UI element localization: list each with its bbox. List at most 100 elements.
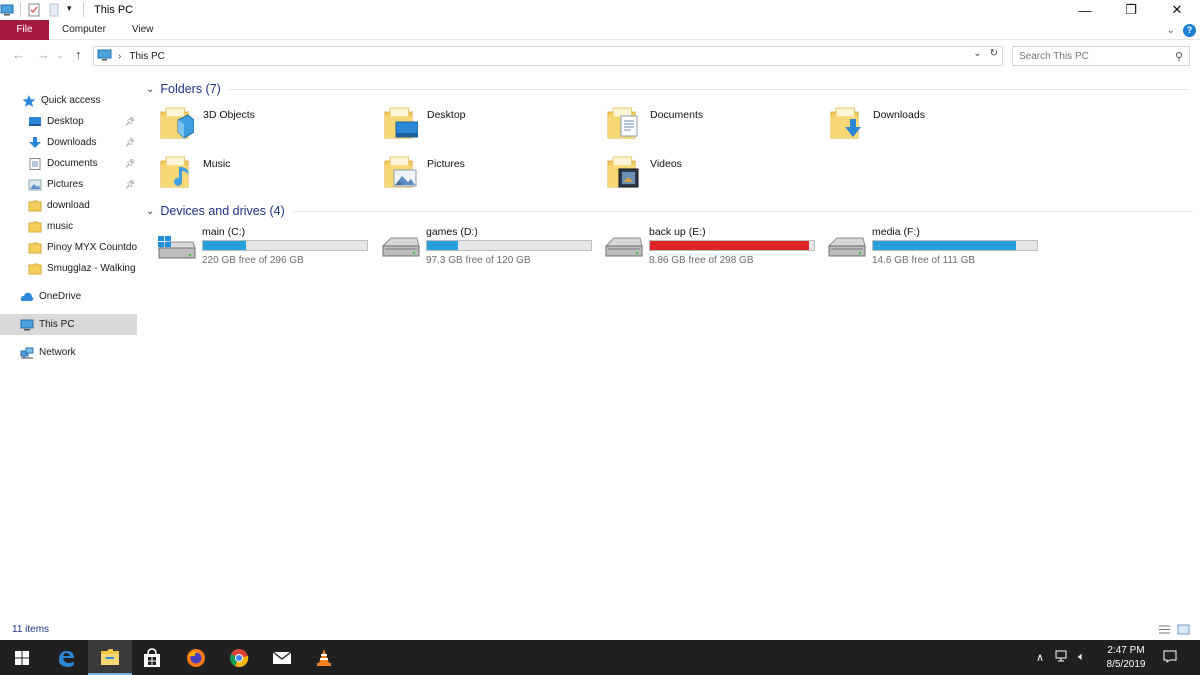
sidebar-item-pictures[interactable]: Pictures 📌︎	[0, 174, 137, 195]
star-icon	[22, 94, 36, 107]
sidebar-item-music[interactable]: music	[0, 216, 137, 237]
refresh-icon[interactable]: ↻	[990, 48, 998, 59]
windows-drive-icon	[157, 236, 197, 260]
folder-name: Documents	[650, 109, 704, 121]
folder-desktop[interactable]: Desktop	[384, 106, 604, 150]
chevron-down-icon[interactable]: ⌄	[1167, 25, 1175, 36]
start-button[interactable]	[0, 640, 44, 675]
sidebar-item-this-pc[interactable]: This PC	[0, 314, 137, 335]
clock-date: 8/5/2019	[1106, 659, 1146, 670]
folder-name: Desktop	[427, 109, 466, 121]
folder-documents[interactable]: Documents	[607, 106, 827, 150]
forward-arrow-icon[interactable]: →	[37, 47, 50, 62]
vlc-app[interactable]	[302, 640, 346, 675]
customize-toolbar-icon[interactable]: ▾	[67, 3, 77, 17]
pin-icon[interactable]: 📌︎	[125, 159, 135, 168]
hard-drive-icon	[827, 236, 867, 260]
drive-media-f[interactable]: media (F:) 14.6 GB free of 111 GB	[827, 226, 1055, 270]
folder-pictures[interactable]: Pictures	[384, 155, 604, 199]
taskbar: ∧ 🔈︎ 2:47 PM 8/5/2019	[0, 640, 1200, 675]
recent-locations-icon[interactable]: ⌄	[56, 50, 64, 61]
sidebar-item-onedrive[interactable]: OneDrive	[0, 286, 137, 307]
chevron-down-icon[interactable]: ⌄	[146, 206, 154, 217]
maximize-button[interactable]: ❐	[1108, 0, 1154, 20]
sidebar-item-label: Desktop	[47, 116, 84, 127]
drive-back-up-e[interactable]: back up (E:) 8.86 GB free of 298 GB	[604, 226, 832, 270]
drive-name: games (D:)	[426, 226, 478, 238]
window-title: This PC	[94, 4, 134, 16]
properties-icon[interactable]	[27, 3, 41, 17]
breadcrumb-separator-icon: ›	[118, 50, 122, 62]
firefox-app[interactable]	[174, 640, 218, 675]
sidebar-item-label: Pictures	[47, 179, 84, 190]
pin-icon[interactable]: 📌︎	[125, 117, 135, 126]
new-folder-icon[interactable]	[47, 3, 61, 17]
pin-icon[interactable]: 📌︎	[125, 180, 135, 189]
store-app[interactable]	[130, 640, 174, 675]
tab-file[interactable]: File	[0, 19, 49, 40]
edge-app[interactable]	[44, 640, 88, 675]
drive-usage-bar	[426, 240, 592, 251]
tab-view[interactable]: View	[119, 20, 167, 40]
sidebar-item-download[interactable]: download	[0, 195, 137, 216]
folders-group-header[interactable]: ⌄ Folders (7)	[146, 80, 1196, 98]
minimize-button[interactable]: —	[1062, 0, 1108, 20]
sidebar-item-quick-access[interactable]: Quick access	[0, 90, 137, 111]
network-icon	[20, 347, 34, 359]
sidebar-item-documents[interactable]: Documents 📌︎	[0, 153, 137, 174]
mail-app[interactable]	[260, 640, 304, 675]
pin-icon[interactable]: 📌︎	[125, 138, 135, 147]
folder-name: 3D Objects	[203, 109, 255, 121]
hard-drive-icon	[381, 236, 421, 260]
tab-computer[interactable]: Computer	[49, 20, 119, 40]
hard-drive-icon	[604, 236, 644, 260]
chrome-app[interactable]	[217, 640, 261, 675]
music-folder-icon	[160, 155, 194, 189]
chevron-down-icon[interactable]: ⌄	[146, 84, 154, 95]
drive-games-d[interactable]: games (D:) 97.3 GB free of 120 GB	[381, 226, 609, 270]
volume-icon[interactable]: 🔈︎	[1078, 651, 1085, 664]
drive-usage-fill	[873, 241, 1016, 250]
videos-folder-icon	[607, 155, 641, 189]
drive-usage-fill	[427, 241, 459, 250]
notifications-icon[interactable]	[1163, 650, 1177, 666]
search-box[interactable]: ⚲	[1012, 46, 1190, 66]
sidebar-item-network[interactable]: Network	[0, 342, 137, 363]
breadcrumb-this-pc[interactable]: This PC	[129, 51, 165, 62]
address-dropdown-icon[interactable]: ⌄	[973, 48, 981, 59]
network-status-icon[interactable]	[1054, 650, 1068, 665]
folder-name: Downloads	[873, 109, 925, 121]
system-clock[interactable]: 2:47 PM 8/5/2019	[1098, 644, 1154, 672]
address-row: ← → ⌄ ↑ › This PC ⌄ ↻ ⚲	[0, 44, 1200, 68]
address-bar[interactable]: › This PC ⌄ ↻	[93, 46, 1003, 66]
folder-videos[interactable]: Videos	[607, 155, 827, 199]
folder-music[interactable]: Music	[160, 155, 380, 199]
sidebar-item-smugglaz-walking[interactable]: Smugglaz - Walking	[0, 258, 137, 279]
download-arrow-icon	[28, 136, 42, 149]
folder-downloads[interactable]: Downloads	[830, 106, 1050, 150]
folder-3d-objects[interactable]: 3D Objects	[160, 106, 380, 150]
sidebar-item-desktop[interactable]: Desktop 📌︎	[0, 111, 137, 132]
show-hidden-icons-icon[interactable]: ∧	[1036, 651, 1044, 664]
large-icons-view-icon[interactable]	[1177, 624, 1190, 635]
details-view-icon[interactable]	[1158, 624, 1171, 635]
sidebar-item-downloads[interactable]: Downloads 📌︎	[0, 132, 137, 153]
back-arrow-icon[interactable]: ←	[12, 47, 25, 62]
search-icon[interactable]: ⚲	[1175, 50, 1183, 63]
computer-icon	[97, 49, 112, 64]
desktop-icon	[28, 116, 42, 128]
quick-access-toolbar: ▾ This PC	[0, 0, 133, 20]
drive-main-c[interactable]: main (C:) 220 GB free of 296 GB	[157, 226, 385, 270]
sidebar-item-label: Documents	[47, 158, 98, 169]
help-button[interactable]: ?	[1183, 23, 1196, 37]
sidebar-item-pinoy-myx-countdown[interactable]: Pinoy MYX Countdown	[0, 237, 137, 258]
file-explorer-app[interactable]	[88, 640, 132, 675]
sidebar-item-label: Network	[39, 347, 76, 358]
navigation-pane: Quick access Desktop 📌︎ Downloads 📌︎ Document…	[0, 80, 137, 625]
sidebar-item-label: OneDrive	[39, 291, 82, 302]
sidebar-item-label: Smugglaz - Walking	[47, 263, 136, 274]
close-button[interactable]: ✕	[1154, 0, 1200, 20]
search-input[interactable]	[1019, 50, 1164, 62]
drives-group-header[interactable]: ⌄ Devices and drives (4)	[146, 202, 1196, 220]
up-arrow-icon[interactable]: ↑	[75, 47, 82, 62]
